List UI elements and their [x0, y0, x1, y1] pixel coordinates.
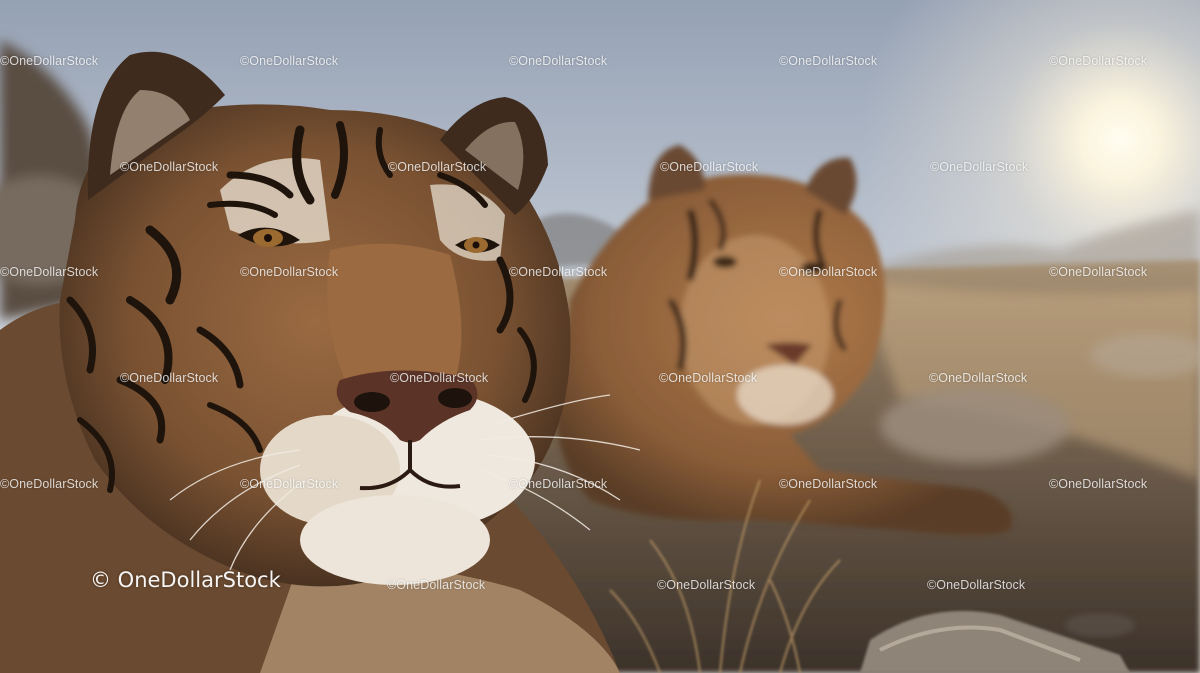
- watermark-tile: ©OneDollarStock: [929, 371, 1028, 385]
- watermark-tile: ©OneDollarStock: [1049, 54, 1148, 68]
- watermark-tile: ©OneDollarStock: [657, 578, 756, 592]
- watermark-tile: ©OneDollarStock: [779, 265, 878, 279]
- main-watermark: © OneDollarStock: [90, 568, 281, 592]
- photo-scene: ©OneDollarStock ©OneDollarStock ©OneDollar…: [0, 0, 1200, 673]
- watermark-tile: ©OneDollarStock: [660, 160, 759, 174]
- watermark-tile: ©OneDollarStock: [240, 54, 339, 68]
- watermark-tile: ©OneDollarStock: [240, 265, 339, 279]
- watermark-tile: ©OneDollarStock: [659, 371, 758, 385]
- watermark-tile: ©OneDollarStock: [509, 477, 608, 491]
- watermark-tile: ©OneDollarStock: [388, 160, 487, 174]
- watermark-tile: ©OneDollarStock: [1049, 477, 1148, 491]
- watermark-tile: ©OneDollarStock: [779, 477, 878, 491]
- watermark-tile: ©OneDollarStock: [0, 54, 99, 68]
- watermark-tile: ©OneDollarStock: [509, 265, 608, 279]
- watermark-tile: ©OneDollarStock: [509, 54, 608, 68]
- watermark-tile: ©OneDollarStock: [0, 477, 99, 491]
- watermark-tile: ©OneDollarStock: [1049, 265, 1148, 279]
- watermark-tile: ©OneDollarStock: [387, 578, 486, 592]
- watermark-tile: ©OneDollarStock: [390, 371, 489, 385]
- watermark-tile: ©OneDollarStock: [779, 54, 878, 68]
- watermark-tile: ©OneDollarStock: [930, 160, 1029, 174]
- watermark-tile: ©OneDollarStock: [927, 578, 1026, 592]
- watermark-tile: ©OneDollarStock: [240, 477, 339, 491]
- watermark-tile: ©OneDollarStock: [120, 160, 219, 174]
- watermark-tile: ©OneDollarStock: [120, 371, 219, 385]
- watermark-tile: ©OneDollarStock: [0, 265, 99, 279]
